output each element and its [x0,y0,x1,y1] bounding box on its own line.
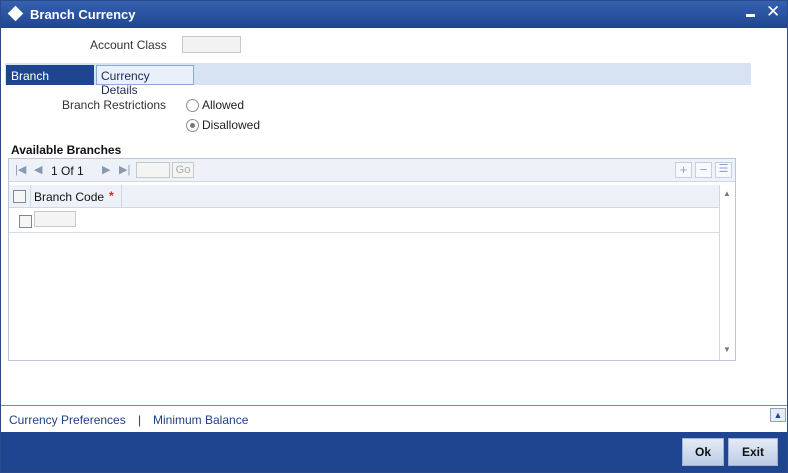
grid-navigation: |◀ ◀ 1 Of 1 ▶ ▶| Go + − ☰ [9,159,735,182]
radio-disallowed-button[interactable] [186,119,199,132]
select-all-checkbox[interactable] [13,190,26,203]
column-branch-code: Branch Code [34,190,105,204]
current-page: 1 [51,164,58,178]
tab-currency-details[interactable]: Currency Details [96,65,194,97]
window-title: Branch Currency [30,7,136,22]
radio-allowed-label: Allowed [202,98,245,112]
scroll-up-icon[interactable]: ▲ [723,189,731,198]
total-pages: 1 [77,164,84,178]
prev-page-icon[interactable]: ◀ [34,163,42,176]
branch-currency-window: Branch Currency ✕ Account Class Branch D… [0,0,788,473]
radio-disallowed-label: Disallowed [202,118,261,132]
vertical-scrollbar[interactable]: ▲ ▼ [719,185,735,360]
delete-row-icon[interactable]: − [695,162,712,178]
link-separator: | [138,413,142,427]
next-page-icon[interactable]: ▶ [102,163,110,176]
branch-code-input[interactable] [34,211,76,227]
close-icon[interactable]: ✕ [766,3,780,21]
currency-preferences-link[interactable]: Currency Preferences [9,413,126,427]
minimum-balance-link[interactable]: Minimum Balance [153,413,248,427]
account-class-label: Account Class [90,38,167,52]
page-of-label: Of [61,164,74,178]
required-marker: * [109,189,114,203]
add-row-icon[interactable]: + [675,162,692,178]
table-row [9,208,719,233]
exit-button[interactable]: Exit [728,438,778,466]
ok-button[interactable]: Ok [682,438,724,466]
first-page-icon[interactable]: |◀ [15,163,26,176]
radio-allowed-button[interactable] [186,99,199,112]
title-bar: Branch Currency ✕ [1,1,787,28]
last-page-icon[interactable]: ▶| [119,163,130,176]
tab-branch-details[interactable]: Branch Details [6,65,94,97]
collapse-up-icon[interactable]: ▲ [770,408,786,422]
scroll-down-icon[interactable]: ▼ [723,345,731,354]
single-view-icon[interactable]: ☰ [715,162,732,178]
grid-header: Branch Code * [9,185,719,208]
page-info: 1 Of 1 [51,164,84,178]
available-branches-title: Available Branches [11,143,122,157]
branch-restrictions-label: Branch Restrictions [62,98,167,112]
diamond-icon [7,5,24,22]
footer-links: Currency Preferences | Minimum Balance ▲ [1,405,787,432]
tab-strip: Branch Details Currency Details [5,63,751,97]
row-checkbox[interactable] [19,215,32,228]
go-button[interactable]: Go [172,162,194,178]
minimize-icon[interactable] [746,14,755,17]
page-number-input[interactable] [136,162,170,178]
available-branches-grid: |◀ ◀ 1 Of 1 ▶ ▶| Go + − ☰ Branch Code * [8,158,736,361]
footer-button-bar: Ok Exit [1,432,787,472]
account-class-field[interactable] [182,36,241,53]
